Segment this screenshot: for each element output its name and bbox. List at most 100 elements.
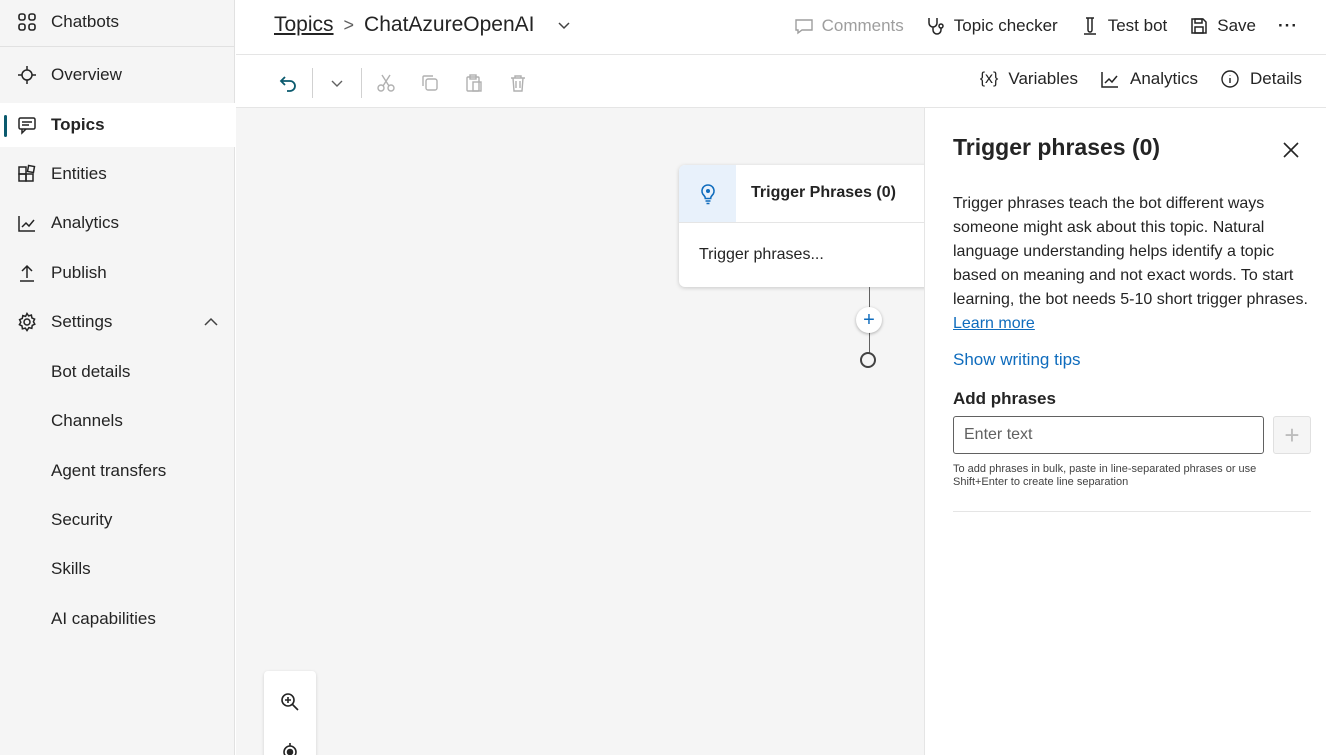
- sidebar-item-security[interactable]: Security: [0, 498, 235, 542]
- node-title: Trigger Phrases (0): [751, 184, 896, 201]
- topic-checker-icon: [928, 18, 944, 35]
- analytics-label: Analytics: [1130, 69, 1199, 88]
- sidebar-item-overview[interactable]: Overview: [0, 53, 235, 97]
- more-icon: ···: [1278, 16, 1298, 35]
- edit-tools: [276, 68, 530, 98]
- sidebar-item-label: Topics: [51, 115, 105, 134]
- panel-description: Trigger phrases teach the bot different …: [953, 192, 1313, 336]
- copy-icon: [422, 75, 438, 91]
- toolbar-divider: [361, 68, 362, 98]
- entities-icon: [18, 164, 36, 182]
- test-flask-icon: [1083, 17, 1096, 35]
- sidebar-item-channels[interactable]: Channels: [0, 399, 235, 443]
- add-phrases-label: Add phrases: [953, 389, 1056, 408]
- sidebar-item-label: Channels: [51, 411, 123, 430]
- undo-history-dropdown[interactable]: [325, 71, 349, 95]
- add-node-button[interactable]: +: [856, 307, 882, 333]
- sidebar-item-label: Chatbots: [51, 12, 120, 31]
- paste-clipboard-icon: [466, 74, 482, 92]
- save-label: Save: [1217, 16, 1257, 35]
- sidebar-item-skills[interactable]: Skills: [0, 547, 235, 591]
- analytics-chart-icon: [18, 216, 35, 232]
- sidebar-item-label: Agent transfers: [51, 461, 167, 480]
- breadcrumb-separator: >: [343, 14, 355, 35]
- sidebar-item-label: Security: [51, 510, 113, 529]
- copy-button[interactable]: [418, 71, 442, 95]
- sidebar-item-topics[interactable]: Topics: [0, 103, 235, 147]
- flow-end-marker: [860, 352, 876, 368]
- sidebar: Chatbots Overview Topics Entities Analyt…: [0, 0, 235, 755]
- learn-more-link[interactable]: Learn more: [953, 315, 1035, 332]
- sidebar-divider: [0, 46, 235, 47]
- header-actions: Comments Topic checker Test bot Save ···: [772, 16, 1298, 36]
- variables-icon: {x}: [979, 70, 999, 87]
- more-options-button[interactable]: ···: [1278, 16, 1298, 36]
- sidebar-item-label: Settings: [51, 312, 113, 331]
- settings-gear-icon: [18, 312, 36, 332]
- sidebar-item-bot-details[interactable]: Bot details: [0, 350, 235, 394]
- sidebar-item-analytics[interactable]: Analytics: [0, 201, 235, 245]
- trigger-phrases-node[interactable]: Trigger Phrases (0) Trigger phrases...: [679, 165, 924, 287]
- canvas-toolbar: {x} Variables Analytics Details: [236, 55, 1326, 108]
- breadcrumb-topics-link[interactable]: Topics: [274, 13, 334, 37]
- comments-button[interactable]: Comments: [794, 16, 904, 36]
- panel-divider: [953, 511, 1311, 512]
- sidebar-item-label: Entities: [51, 164, 107, 183]
- trigger-phrases-panel: Trigger phrases (0) Trigger phrases teac…: [924, 108, 1326, 755]
- cut-button[interactable]: [374, 71, 398, 95]
- show-writing-tips-link[interactable]: Show writing tips: [953, 350, 1081, 370]
- add-phrase-button[interactable]: +: [1273, 416, 1311, 454]
- topics-chat-icon: [18, 117, 36, 135]
- close-icon[interactable]: [1281, 140, 1301, 160]
- sidebar-item-entities[interactable]: Entities: [0, 152, 235, 196]
- variables-button[interactable]: {x} Variables: [980, 69, 1078, 89]
- chevron-down-icon: [331, 80, 343, 87]
- chatbots-grid-icon: [18, 13, 36, 31]
- details-label: Details: [1250, 69, 1302, 88]
- sidebar-item-settings[interactable]: Settings: [0, 300, 235, 344]
- bulk-add-hint: To add phrases in bulk, paste in line-se…: [953, 463, 1257, 488]
- node-icon-box: [679, 165, 736, 222]
- sidebar-item-label: AI capabilities: [51, 609, 156, 628]
- recenter-icon[interactable]: [280, 742, 300, 755]
- breadcrumb: Topics > ChatAzureOpenAI: [274, 13, 572, 37]
- undo-icon: [279, 76, 296, 92]
- node-body-text: Trigger phrases...: [699, 246, 824, 263]
- node-header: Trigger Phrases (0): [679, 165, 924, 223]
- sidebar-item-label: Overview: [51, 65, 122, 84]
- sidebar-item-publish[interactable]: Publish: [0, 251, 235, 295]
- topic-checker-button[interactable]: Topic checker: [926, 16, 1058, 36]
- authoring-canvas[interactable]: Trigger Phrases (0) Trigger phrases... +: [236, 108, 924, 755]
- test-bot-button[interactable]: Test bot: [1080, 16, 1167, 36]
- cut-scissors-icon: [377, 74, 395, 92]
- sidebar-item-label: Skills: [51, 559, 91, 578]
- zoom-in-icon[interactable]: [280, 692, 300, 712]
- analytics-chart-icon: [1101, 72, 1118, 88]
- panel-toggles: {x} Variables Analytics Details: [958, 69, 1302, 89]
- topic-checker-label: Topic checker: [953, 16, 1058, 35]
- phrase-input[interactable]: [953, 416, 1264, 454]
- overview-icon: [18, 66, 36, 84]
- publish-upload-icon: [20, 264, 34, 282]
- sidebar-item-agent-transfers[interactable]: Agent transfers: [0, 449, 235, 493]
- topic-name: ChatAzureOpenAI: [364, 13, 535, 36]
- chevron-up-icon[interactable]: [203, 314, 219, 330]
- analytics-button[interactable]: Analytics: [1100, 69, 1198, 89]
- paste-button[interactable]: [462, 71, 486, 95]
- variables-label: Variables: [1008, 69, 1078, 88]
- save-icon: [1191, 18, 1208, 34]
- delete-button[interactable]: [506, 71, 530, 95]
- sidebar-item-chatbots[interactable]: Chatbots: [0, 0, 235, 44]
- details-button[interactable]: Details: [1220, 69, 1302, 89]
- undo-button[interactable]: [276, 71, 300, 95]
- chevron-down-icon[interactable]: [556, 17, 572, 33]
- toolbar-divider: [312, 68, 313, 98]
- zoom-controls: [264, 671, 316, 755]
- save-button[interactable]: Save: [1189, 16, 1256, 36]
- sidebar-item-ai-capabilities[interactable]: AI capabilities: [0, 597, 235, 641]
- comments-label: Comments: [821, 16, 904, 35]
- comment-icon: [794, 19, 813, 35]
- sidebar-item-label: Bot details: [51, 362, 131, 381]
- sidebar-item-label: Publish: [51, 263, 107, 282]
- topic-header: Topics > ChatAzureOpenAI Comments Topic …: [236, 0, 1326, 55]
